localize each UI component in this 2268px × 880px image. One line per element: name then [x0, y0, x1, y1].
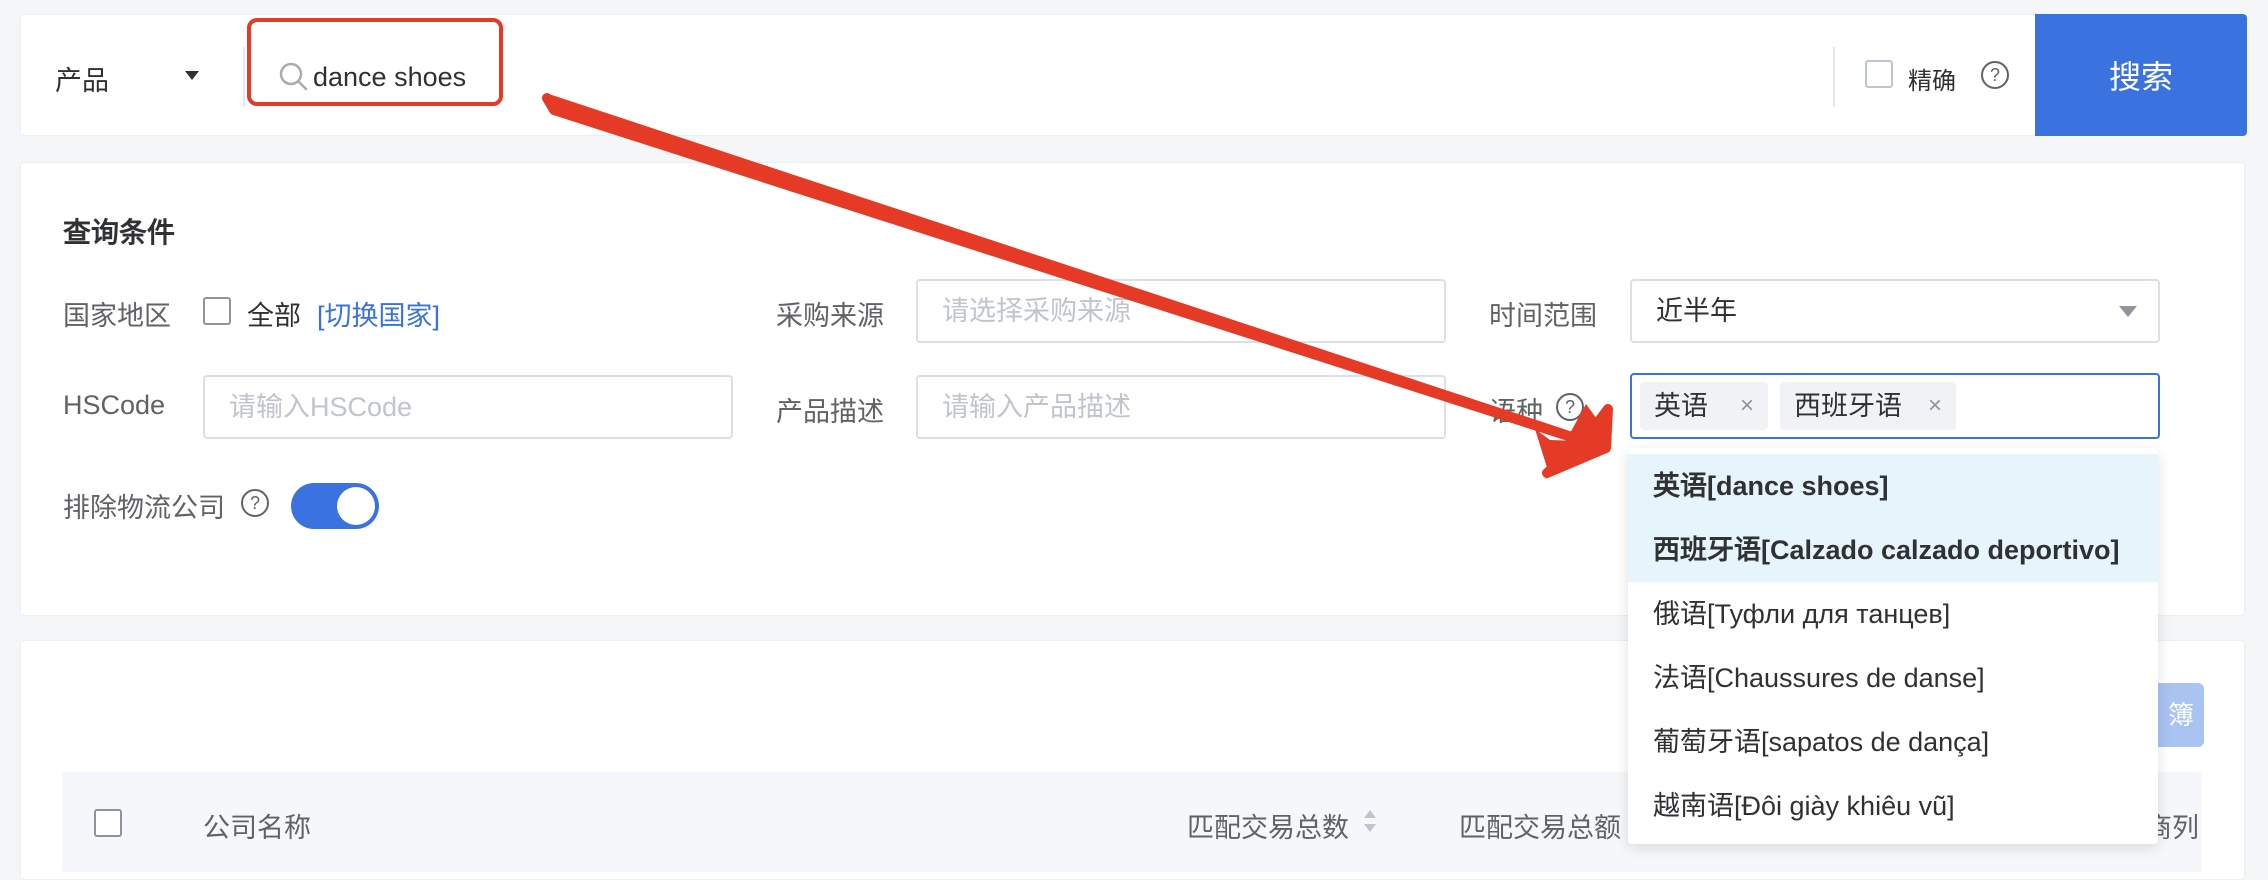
time-range-label: 时间范围	[1489, 301, 1597, 331]
divider	[243, 47, 245, 107]
select-all-checkbox[interactable]	[94, 809, 122, 837]
time-range-select[interactable]: 近半年	[1630, 279, 2160, 343]
source-label: 采购来源	[776, 301, 884, 331]
language-tag: 英语 ×	[1640, 382, 1768, 430]
column-header-company[interactable]: 公司名称	[203, 806, 311, 845]
dropdown-option[interactable]: 英语[dance shoes]	[1628, 454, 2158, 518]
language-tag-label: 英语	[1654, 391, 1708, 421]
dropdown-option[interactable]: 法语[Chaussures de danse]	[1628, 646, 2158, 710]
language-dropdown: 英语[dance shoes] 西班牙语[Calzado calzado dep…	[1628, 448, 2158, 844]
exclude-logistics-toggle[interactable]	[291, 483, 379, 529]
search-input[interactable]	[313, 51, 1813, 103]
dropdown-option[interactable]: 俄语[Туфли для танцев]	[1628, 582, 2158, 646]
search-type-select[interactable]: 产品	[55, 59, 109, 98]
dropdown-option[interactable]: 越南语[Đôi giày khiêu vũ]	[1628, 774, 2158, 838]
panel-title: 查询条件	[63, 217, 176, 248]
search-button[interactable]: 搜索	[2035, 14, 2247, 136]
help-icon[interactable]: ?	[1981, 61, 2009, 89]
column-header-match-count[interactable]: 匹配交易总数	[1187, 806, 1349, 845]
exact-match-checkbox[interactable]	[1865, 60, 1893, 88]
help-icon[interactable]: ?	[241, 489, 269, 517]
language-tag-label: 西班牙语	[1794, 391, 1902, 421]
dropdown-option[interactable]: 西班牙语[Calzado calzado deportivo]	[1628, 518, 2158, 582]
help-icon[interactable]: ?	[1556, 393, 1584, 421]
caret-down-icon[interactable]	[2119, 306, 2137, 317]
source-select[interactable]: 请选择采购来源	[916, 279, 1446, 343]
language-multiselect[interactable]: 英语 × 西班牙语 ×	[1630, 373, 2160, 439]
toggle-knob	[337, 487, 375, 525]
sort-icon[interactable]	[1364, 810, 1376, 832]
country-all-label: 全部	[247, 301, 301, 331]
product-desc-label: 产品描述	[776, 397, 884, 427]
hscode-input[interactable]: 请输入HSCode	[203, 375, 733, 439]
caret-down-icon[interactable]	[185, 71, 199, 80]
divider	[1833, 47, 1835, 107]
annotation-highlight-box	[247, 18, 503, 106]
hscode-label: HSCode	[63, 390, 166, 420]
close-icon[interactable]: ×	[1928, 382, 1942, 430]
switch-country-link[interactable]: [切换国家]	[317, 294, 440, 333]
country-label: 国家地区	[63, 301, 171, 331]
language-label: 语种	[1489, 397, 1543, 427]
exact-match-label: 精确	[1908, 68, 1956, 95]
country-all-checkbox[interactable]	[203, 297, 231, 325]
column-header-match-amount[interactable]: 匹配交易总额	[1459, 806, 1621, 845]
exclude-logistics-label: 排除物流公司	[63, 493, 225, 523]
language-tag: 西班牙语 ×	[1780, 382, 1956, 430]
close-icon[interactable]: ×	[1740, 382, 1754, 430]
product-desc-input[interactable]: 请输入产品描述	[916, 375, 1446, 439]
dropdown-option[interactable]: 葡萄牙语[sapatos de dança]	[1628, 710, 2158, 774]
